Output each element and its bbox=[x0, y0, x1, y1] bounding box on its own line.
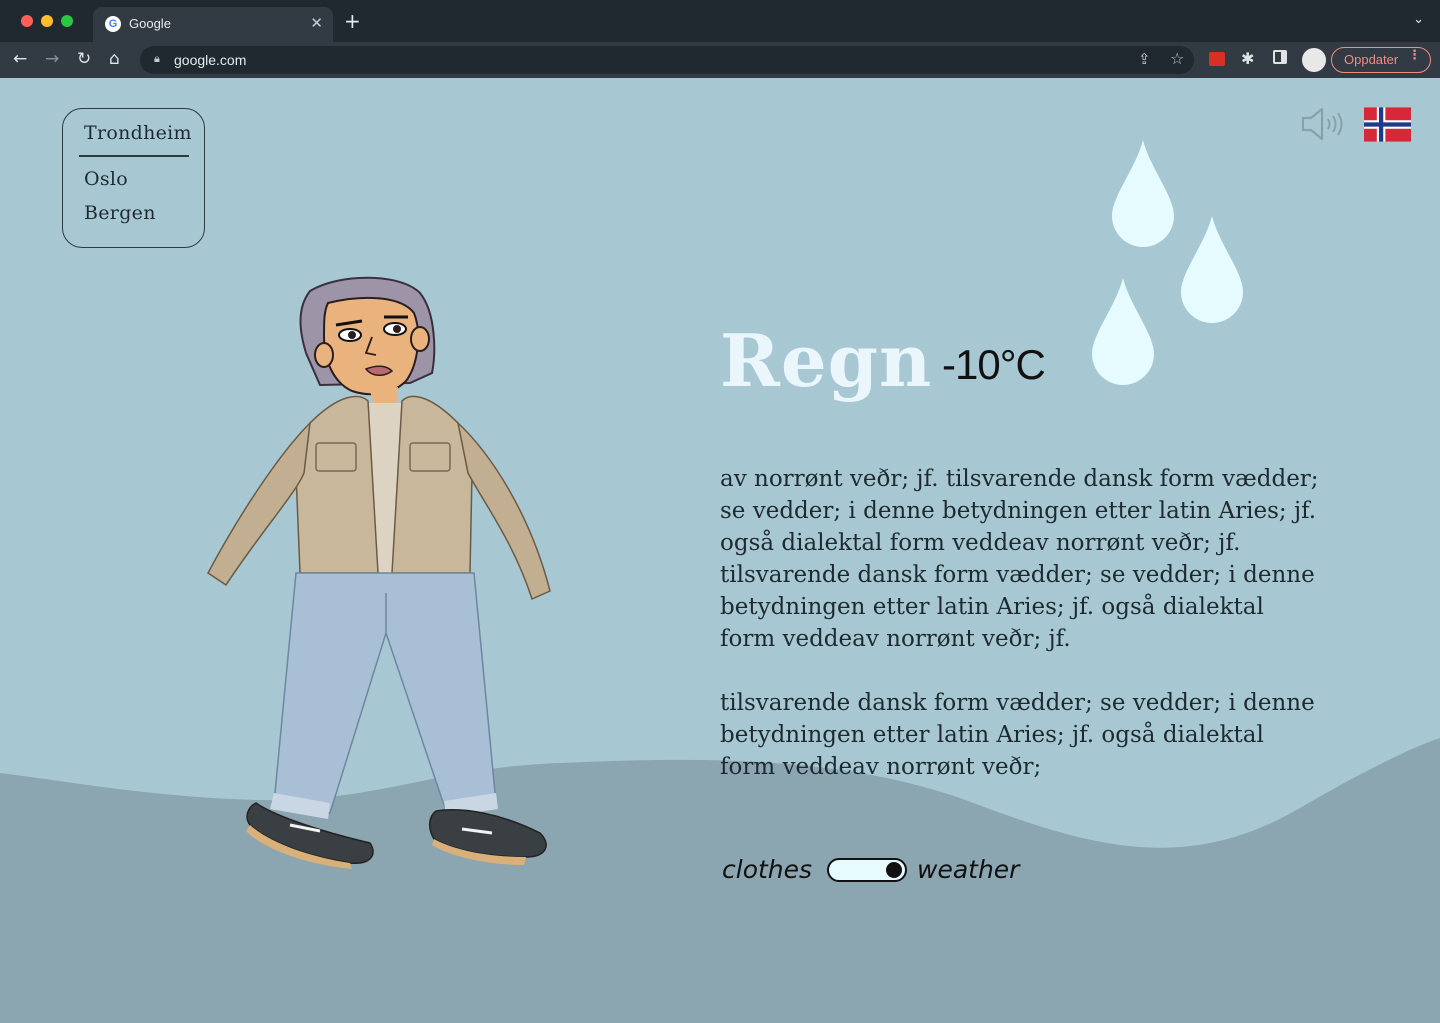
city-divider bbox=[79, 155, 189, 157]
weather-description: av norrønt veðr; jf. tilsvarende dansk f… bbox=[720, 463, 1320, 815]
city-option-oslo[interactable]: Oslo bbox=[84, 168, 128, 190]
city-option-bergen[interactable]: Bergen bbox=[84, 202, 156, 224]
url-text: google.com bbox=[174, 52, 247, 68]
description-paragraph-1: av norrønt veðr; jf. tilsvarende dansk f… bbox=[720, 466, 1319, 652]
update-label: Oppdater bbox=[1344, 52, 1399, 67]
puzzle-icon[interactable]: ✱ bbox=[1241, 49, 1254, 68]
clothes-weather-switch[interactable] bbox=[827, 858, 907, 882]
toggle-knob bbox=[886, 862, 902, 878]
close-window-button[interactable] bbox=[21, 15, 33, 27]
share-icon[interactable]: ⇪ bbox=[1138, 50, 1151, 68]
description-paragraph-2: tilsvarende dansk form vædder; se vedder… bbox=[720, 690, 1315, 780]
norway-flag-icon[interactable] bbox=[1364, 107, 1411, 142]
address-bar[interactable]: 🔒︎ google.com ⇪ ☆ bbox=[140, 46, 1194, 74]
minimize-window-button[interactable] bbox=[41, 15, 53, 27]
star-icon[interactable]: ☆ bbox=[1170, 49, 1184, 68]
back-arrow-icon[interactable]: ← bbox=[13, 49, 27, 69]
sidepanel-icon[interactable] bbox=[1273, 50, 1287, 64]
tab-close-icon[interactable]: ✕ bbox=[310, 14, 323, 32]
weather-condition-title: Regn bbox=[720, 318, 933, 403]
kebab-menu-icon[interactable]: ⋮ bbox=[1408, 48, 1421, 63]
lock-icon: 🔒︎ bbox=[154, 52, 160, 65]
city-menu: Trondheim Oslo Bergen bbox=[62, 108, 205, 248]
temperature-value: -10°C bbox=[942, 341, 1046, 388]
speaker-icon[interactable] bbox=[1300, 106, 1348, 142]
tab-title: Google bbox=[129, 16, 171, 31]
weather-page: Trondheim Oslo Bergen Regn -10°C av norr… bbox=[0, 78, 1440, 1023]
tab-search-chevron-icon[interactable]: ⌄ bbox=[1413, 12, 1424, 27]
toggle-label-clothes[interactable]: clothes bbox=[722, 855, 812, 884]
reload-icon[interactable]: ↻ bbox=[77, 49, 91, 69]
forward-arrow-icon[interactable]: → bbox=[45, 49, 59, 69]
maximize-window-button[interactable] bbox=[61, 15, 73, 27]
extension-icon[interactable] bbox=[1209, 52, 1225, 66]
browser-toolbar: ← → ↻ ⌂ 🔒︎ google.com ⇪ ☆ ✱ Oppdater ⋮ bbox=[0, 42, 1440, 78]
new-tab-button[interactable]: + bbox=[344, 10, 361, 32]
browser-tab[interactable]: G Google ✕ bbox=[93, 7, 333, 42]
view-toggle: clothes weather bbox=[722, 855, 1042, 887]
google-favicon-icon: G bbox=[105, 16, 121, 32]
update-button[interactable]: Oppdater ⋮ bbox=[1331, 47, 1431, 73]
character-outfit-illustration bbox=[207, 276, 551, 869]
profile-avatar[interactable] bbox=[1302, 48, 1326, 72]
browser-tabbar: G Google ✕ + ⌄ bbox=[0, 0, 1440, 42]
city-selected-trondheim[interactable]: Trondheim bbox=[84, 122, 192, 144]
toggle-label-weather[interactable]: weather bbox=[917, 855, 1019, 884]
home-icon[interactable]: ⌂ bbox=[109, 49, 120, 69]
raindrops-icon bbox=[1092, 140, 1243, 385]
